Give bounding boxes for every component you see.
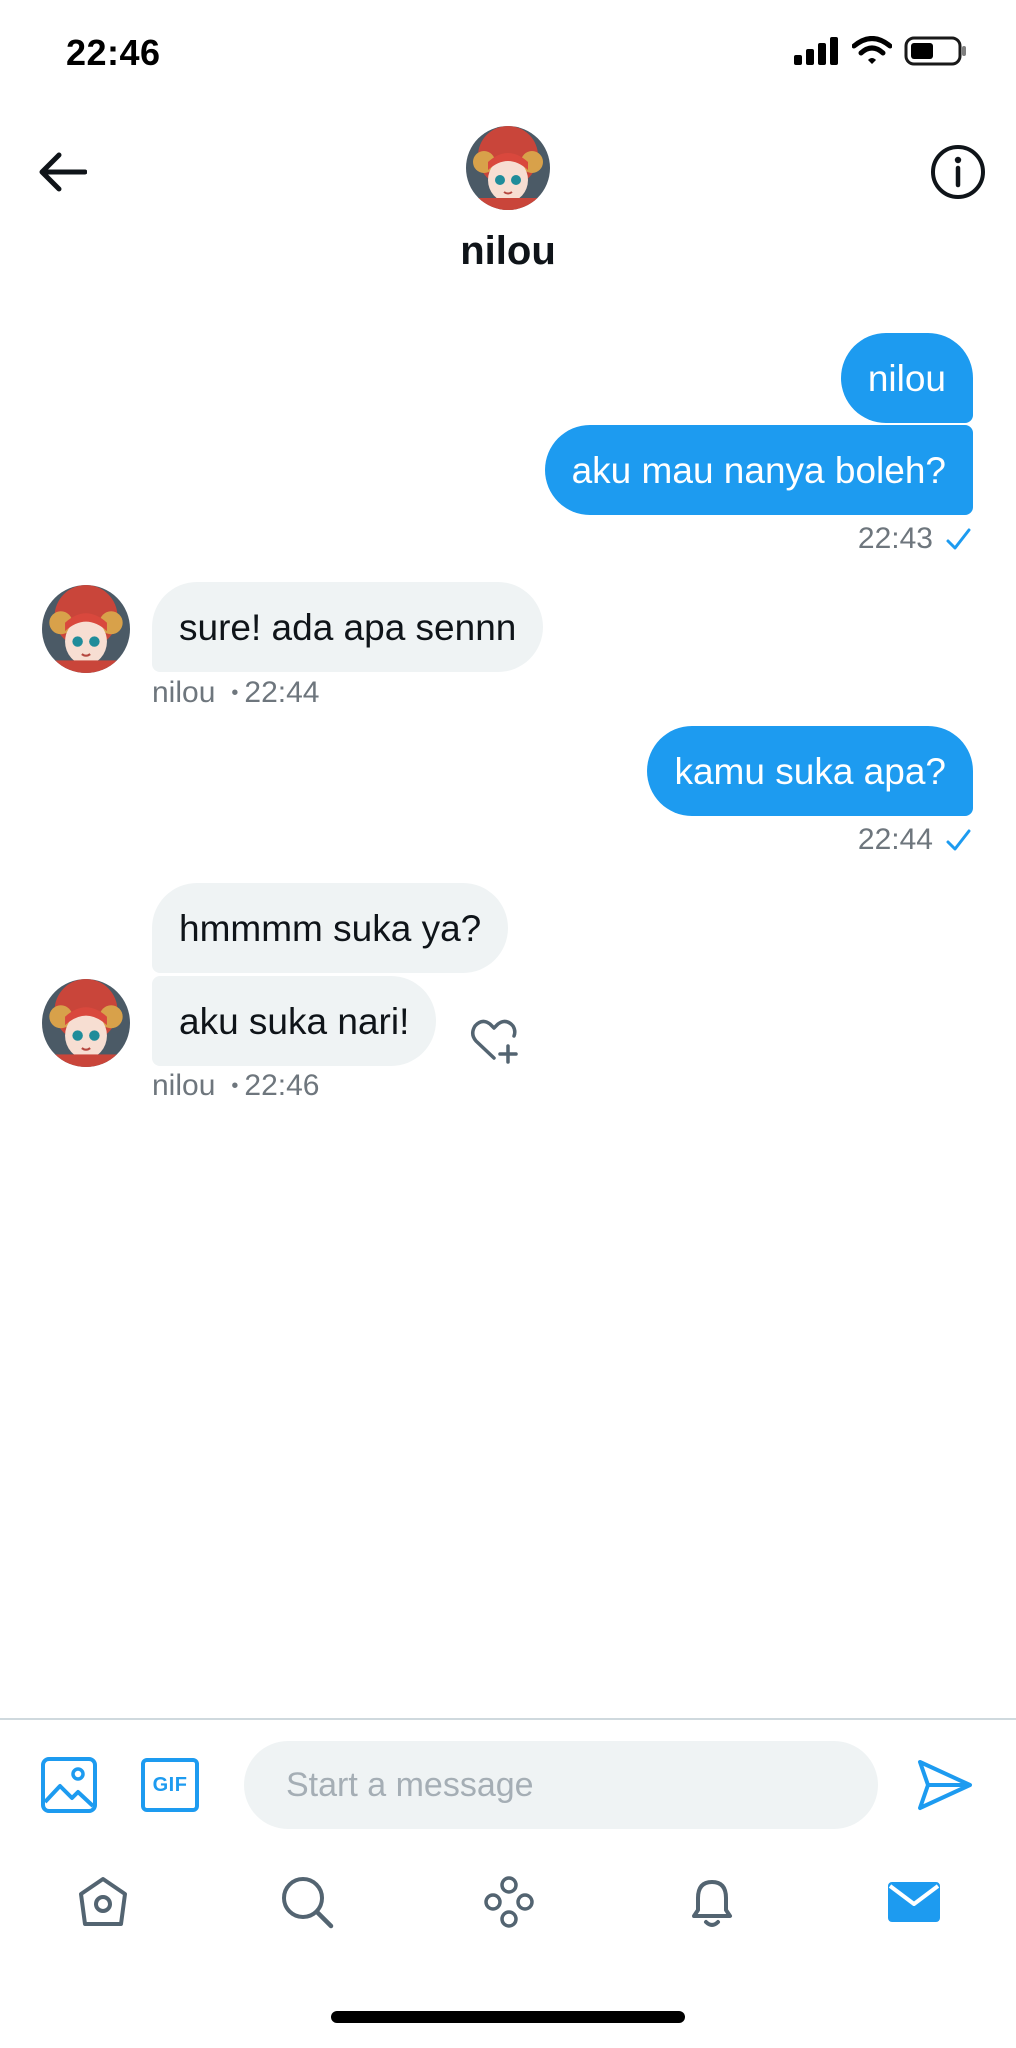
message-meta: nilou • 22:46	[152, 1069, 319, 1103]
status-icons	[794, 36, 968, 66]
nav-spaces[interactable]	[473, 1866, 545, 1938]
wifi-icon	[852, 36, 892, 64]
gif-label: GIF	[152, 1773, 188, 1796]
image-button[interactable]	[37, 1753, 101, 1817]
back-button[interactable]	[30, 140, 94, 204]
message-time: 22:44	[857, 823, 933, 856]
sender-name: nilou	[152, 1069, 216, 1102]
home-indicator	[331, 2011, 685, 2023]
home-icon	[79, 1877, 127, 1926]
message-bubble-outgoing[interactable]: kamu suka apa?	[647, 726, 973, 816]
avatar-image	[466, 126, 550, 210]
status-time: 22:46	[66, 32, 161, 73]
send-button[interactable]	[913, 1753, 977, 1817]
message-bubble-incoming[interactable]: sure! ada apa sennn	[152, 582, 544, 672]
message-meta: 22:43	[858, 522, 973, 556]
gif-icon: GIF	[141, 1758, 199, 1812]
message-text: aku suka nari!	[179, 1000, 410, 1042]
message-bubble-outgoing[interactable]: aku mau nanya boleh?	[544, 425, 973, 515]
meta-separator-dot: •	[231, 1074, 239, 1097]
avatar[interactable]	[42, 979, 130, 1067]
message-time: 22:43	[857, 522, 933, 555]
search-icon	[282, 1877, 334, 1929]
nav-notifications[interactable]	[676, 1866, 748, 1938]
message-bubble-outgoing[interactable]: nilou	[840, 333, 973, 423]
battery-icon	[904, 36, 966, 66]
message-input-placeholder: Start a message	[286, 1765, 534, 1804]
spaces-icon	[484, 1876, 534, 1928]
mail-icon	[888, 1882, 940, 1922]
arrow-left-icon	[39, 152, 87, 192]
check-icon	[946, 829, 971, 851]
nav-search[interactable]	[271, 1866, 343, 1938]
nav-home[interactable]	[67, 1866, 139, 1938]
react-button[interactable]	[468, 1014, 520, 1066]
meta-separator-dot: •	[231, 681, 239, 704]
info-button[interactable]	[926, 140, 990, 204]
header-name[interactable]: nilou	[0, 229, 1016, 274]
avatar[interactable]	[42, 585, 130, 673]
message-text: hmmmm suka ya?	[179, 907, 482, 949]
cellular-signal-icon	[794, 37, 838, 65]
message-time: 22:46	[244, 1069, 320, 1102]
message-text: sure! ada apa sennn	[179, 606, 517, 648]
message-meta: 22:44	[858, 823, 973, 857]
message-text: aku mau nanya boleh?	[571, 449, 946, 491]
composer-divider	[0, 1718, 1016, 1720]
message-meta: nilou • 22:44	[152, 676, 319, 710]
heart-plus-icon	[471, 1019, 518, 1064]
nav-messages[interactable]	[878, 1866, 950, 1938]
message-text: nilou	[867, 357, 946, 399]
image-icon	[41, 1757, 97, 1813]
bell-icon	[692, 1880, 732, 1927]
message-input[interactable]: Start a message	[244, 1741, 878, 1829]
message-text: kamu suka apa?	[674, 750, 946, 792]
send-icon	[918, 1760, 972, 1810]
check-icon	[946, 528, 971, 550]
avatar-image	[42, 979, 130, 1067]
message-time: 22:44	[244, 676, 320, 709]
info-icon	[931, 145, 985, 199]
avatar-image	[42, 585, 130, 673]
message-bubble-incoming[interactable]: aku suka nari!	[152, 976, 437, 1066]
gif-button[interactable]: GIF	[138, 1753, 202, 1817]
sender-name: nilou	[152, 676, 216, 709]
header-avatar[interactable]	[466, 126, 550, 210]
message-bubble-incoming[interactable]: hmmmm suka ya?	[152, 883, 509, 973]
